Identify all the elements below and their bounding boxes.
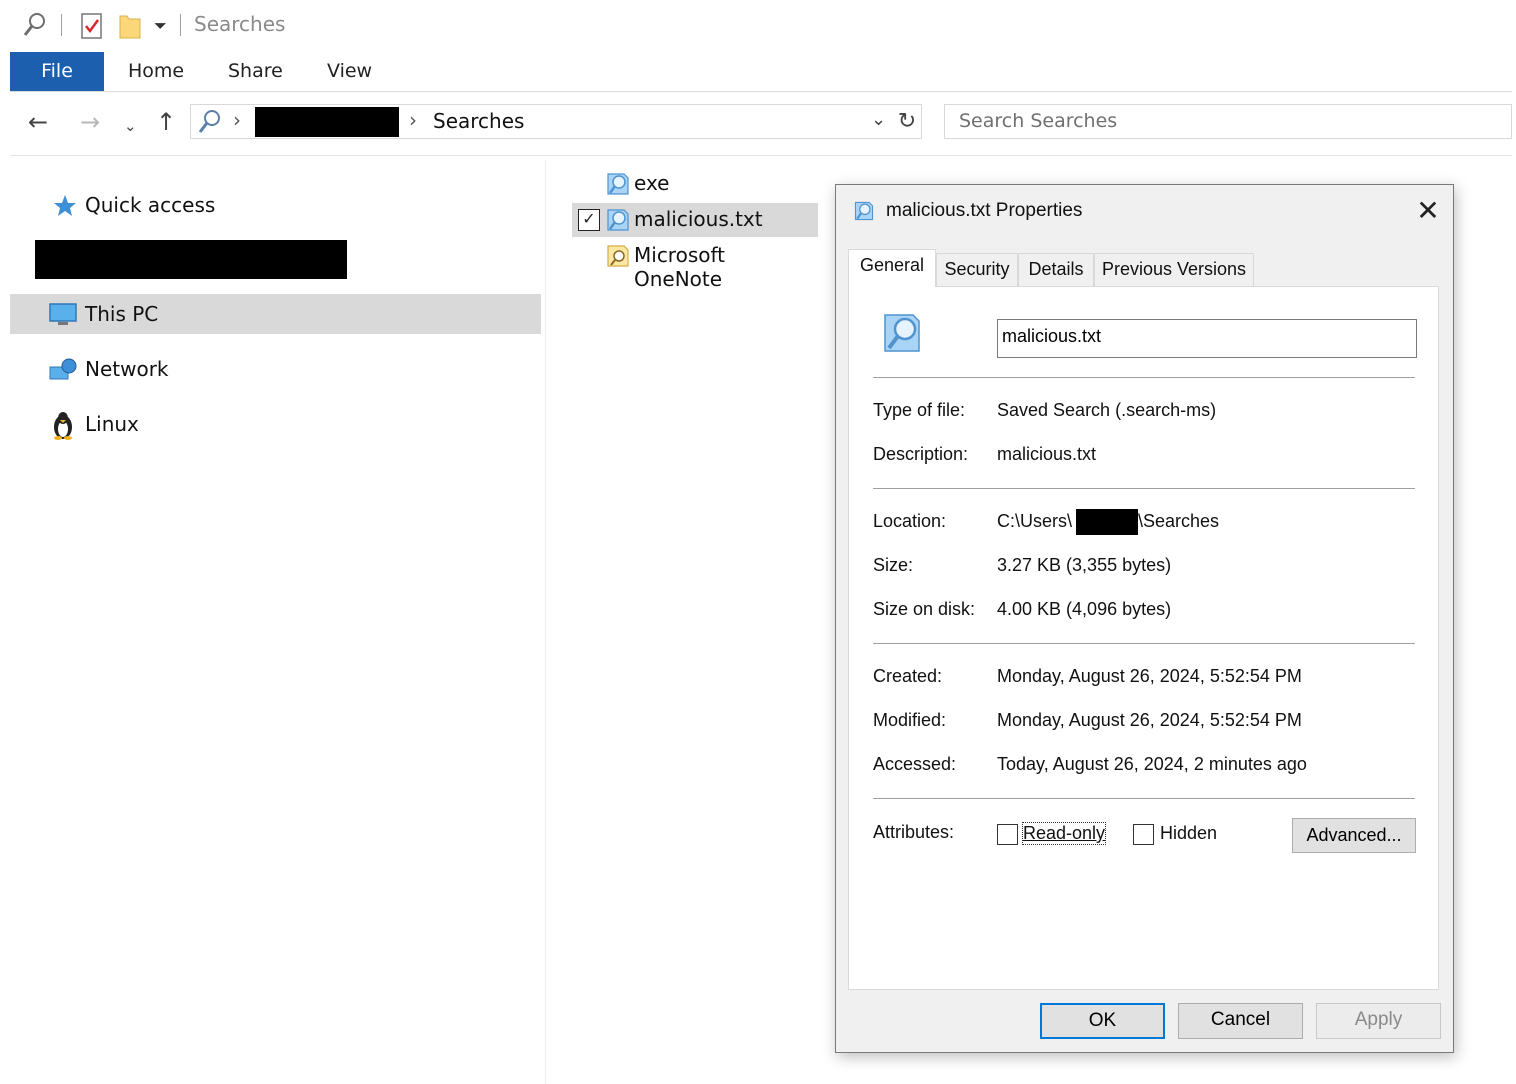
hidden-checkbox[interactable] bbox=[1133, 824, 1154, 845]
sidebar-item-label: Quick access bbox=[85, 193, 216, 217]
ok-button[interactable]: OK bbox=[1040, 1003, 1165, 1039]
folder-search-icon bbox=[604, 242, 632, 274]
location-suffix: \Searches bbox=[1138, 511, 1220, 531]
divider bbox=[10, 155, 1512, 156]
divider bbox=[873, 377, 1415, 378]
modified-label: Modified: bbox=[873, 710, 947, 730]
readonly-checkbox[interactable] bbox=[997, 824, 1018, 845]
sidebar-item-label: Linux bbox=[85, 412, 139, 436]
up-arrow-icon[interactable]: ↑ bbox=[156, 108, 176, 136]
saved-search-icon bbox=[852, 199, 876, 227]
address-bar[interactable]: › › Searches ⌄ ↻ bbox=[190, 104, 922, 139]
navigation-pane: Quick access This PC Network Linux bbox=[10, 160, 541, 1084]
hidden-label[interactable]: Hidden bbox=[1160, 823, 1217, 844]
created-label: Created: bbox=[873, 666, 943, 686]
file-name: malicious.txt bbox=[634, 207, 763, 231]
properties-dialog: malicious.txt Properties ✕ General Secur… bbox=[835, 184, 1454, 1053]
dialog-title: malicious.txt Properties bbox=[886, 200, 1083, 221]
sidebar-item-quick-access[interactable]: Quick access bbox=[10, 185, 541, 225]
tab-security[interactable]: Security bbox=[936, 253, 1018, 286]
file-name-field[interactable]: malicious.txt bbox=[997, 319, 1417, 358]
accessed-value: Today, August 26, 2024, 2 minutes ago bbox=[997, 754, 1307, 774]
size-on-disk-value: 4.00 KB (4,096 bytes) bbox=[997, 599, 1172, 619]
sidebar-item-this-pc[interactable]: This PC bbox=[10, 294, 541, 334]
ribbon-tabs: File Home Share View bbox=[10, 52, 1512, 92]
tab-view[interactable]: View bbox=[327, 52, 372, 91]
apply-button[interactable]: Apply bbox=[1316, 1003, 1441, 1039]
tab-general[interactable]: General bbox=[848, 249, 936, 287]
search-folder-icon bbox=[197, 108, 223, 140]
navigation-bar: ← → ⌄ ↑ › › Searches ⌄ ↻ Search Searches bbox=[10, 100, 1512, 144]
sidebar-item-linux[interactable]: Linux bbox=[10, 404, 541, 444]
modified-value: Monday, August 26, 2024, 5:52:54 PM bbox=[997, 710, 1302, 730]
search-box[interactable]: Search Searches bbox=[944, 104, 1512, 139]
redacted-username bbox=[1076, 509, 1138, 535]
size-label: Size: bbox=[873, 555, 914, 575]
tab-home[interactable]: Home bbox=[128, 52, 184, 91]
search-icon[interactable] bbox=[22, 11, 48, 43]
location-label: Location: bbox=[873, 511, 947, 531]
tab-file[interactable]: File bbox=[10, 52, 104, 91]
select-checkbox[interactable]: ✓ bbox=[578, 209, 600, 231]
file-name: exe bbox=[634, 171, 670, 195]
saved-search-large-icon bbox=[879, 309, 927, 361]
cancel-button[interactable]: Cancel bbox=[1178, 1003, 1303, 1039]
search-placeholder[interactable]: Search Searches bbox=[959, 110, 1117, 132]
list-item-selected[interactable]: ✓ malicious.txt bbox=[572, 203, 818, 237]
divider bbox=[873, 488, 1415, 489]
advanced-button[interactable]: Advanced... bbox=[1292, 818, 1416, 853]
list-item[interactable]: exe bbox=[572, 167, 818, 201]
created-value: Monday, August 26, 2024, 5:52:54 PM bbox=[997, 666, 1302, 686]
general-tab-panel: malicious.txt Type of file: Saved Search… bbox=[848, 286, 1439, 990]
address-dropdown-icon[interactable]: ⌄ bbox=[871, 109, 886, 130]
sidebar-item-label: Network bbox=[85, 357, 169, 381]
computer-icon bbox=[48, 302, 78, 332]
saved-search-icon bbox=[604, 206, 632, 238]
tab-previous-versions[interactable]: Previous Versions bbox=[1094, 253, 1254, 286]
recent-locations-chevron-icon[interactable]: ⌄ bbox=[124, 112, 137, 140]
new-folder-icon[interactable] bbox=[118, 12, 142, 44]
close-icon[interactable]: ✕ bbox=[1410, 193, 1446, 229]
saved-search-icon bbox=[604, 170, 632, 202]
properties-icon[interactable] bbox=[80, 12, 104, 44]
title-bar: ⏷ Searches bbox=[0, 0, 1516, 50]
type-label: Type of file: bbox=[873, 400, 966, 420]
breadcrumb-chevron-icon[interactable]: › bbox=[233, 108, 241, 132]
breadcrumb-current[interactable]: Searches bbox=[433, 109, 524, 133]
type-value: Saved Search (.search-ms) bbox=[997, 400, 1217, 420]
redacted-item bbox=[35, 240, 347, 279]
forward-arrow-icon[interactable]: → bbox=[80, 108, 100, 136]
description-value: malicious.txt bbox=[997, 444, 1097, 464]
size-on-disk-label: Size on disk: bbox=[873, 599, 976, 619]
accessed-label: Accessed: bbox=[873, 754, 957, 774]
divider bbox=[873, 643, 1415, 644]
attributes-label: Attributes: bbox=[873, 822, 955, 842]
penguin-icon bbox=[50, 410, 76, 444]
sidebar-item-network[interactable]: Network bbox=[10, 349, 541, 389]
refresh-icon[interactable]: ↻ bbox=[893, 105, 921, 138]
redacted-breadcrumb bbox=[255, 107, 399, 137]
breadcrumb-chevron-icon[interactable]: › bbox=[409, 108, 417, 132]
tab-details[interactable]: Details bbox=[1018, 253, 1094, 286]
sidebar-item-label: This PC bbox=[85, 302, 159, 326]
readonly-label[interactable]: Read-only bbox=[1021, 822, 1107, 845]
file-name: Microsoft OneNote bbox=[634, 243, 726, 291]
divider bbox=[873, 798, 1415, 799]
window-title: Searches bbox=[194, 12, 286, 36]
description-label: Description: bbox=[873, 444, 969, 464]
customize-toolbar-icon[interactable]: ⏷ bbox=[154, 16, 167, 36]
star-icon bbox=[52, 193, 78, 223]
tab-share[interactable]: Share bbox=[228, 52, 283, 91]
pane-divider[interactable] bbox=[545, 160, 546, 1084]
back-arrow-icon[interactable]: ← bbox=[28, 108, 48, 136]
network-icon bbox=[48, 357, 78, 387]
location-prefix: C:\Users\ bbox=[997, 511, 1073, 531]
list-item[interactable]: Microsoft OneNote bbox=[572, 239, 818, 291]
size-value: 3.27 KB (3,355 bytes) bbox=[997, 555, 1172, 575]
